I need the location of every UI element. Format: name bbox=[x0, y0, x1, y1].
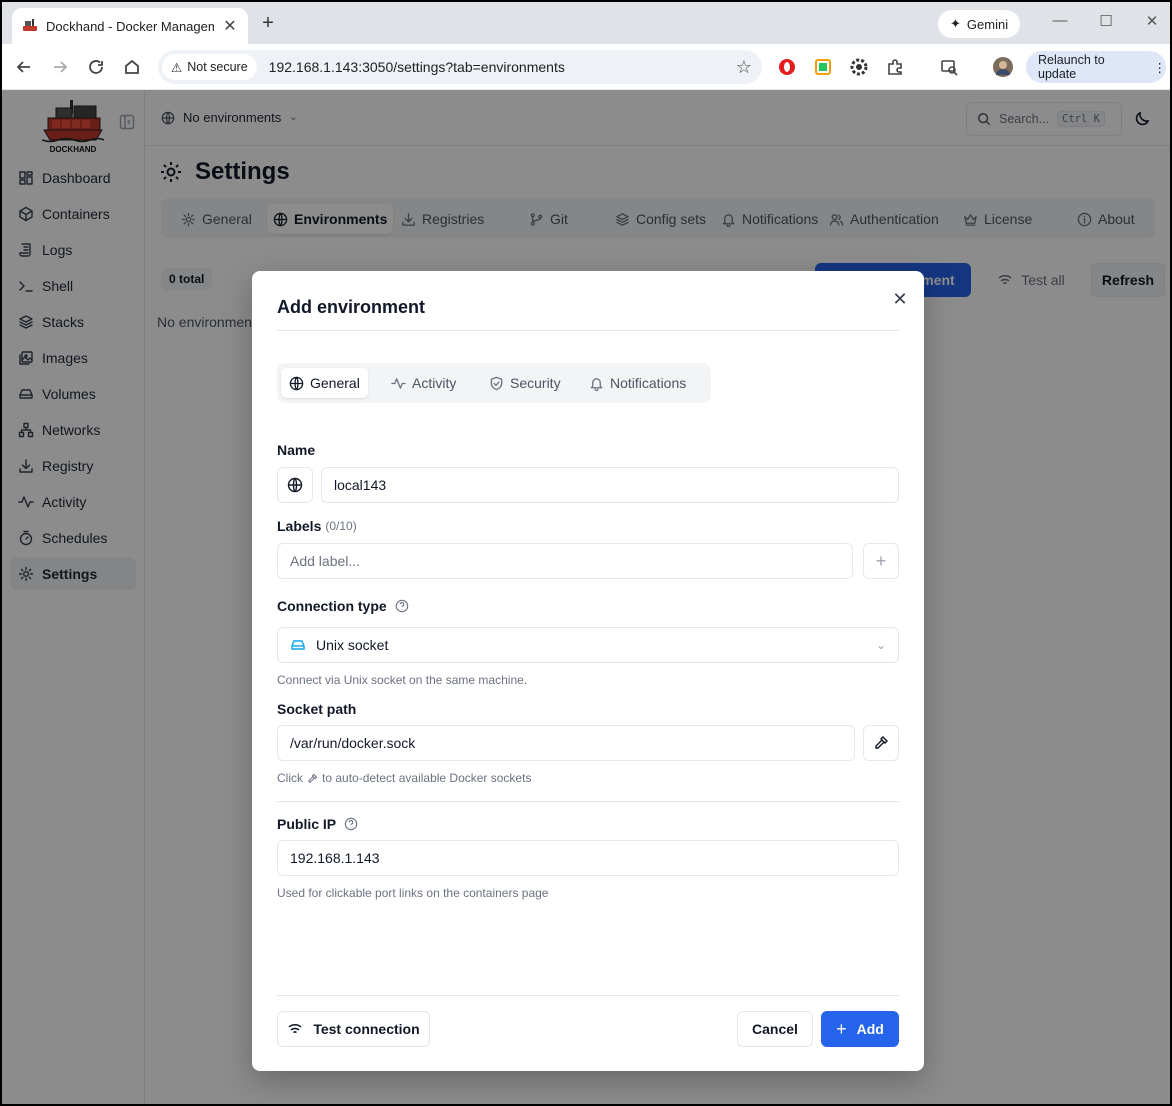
connection-type-label: Connection type bbox=[277, 598, 409, 614]
dockhand-favicon-icon bbox=[22, 18, 38, 34]
divider bbox=[277, 995, 899, 996]
browser-toolbar: ⚠ Not secure 192.168.1.143:3050/settings… bbox=[2, 44, 1170, 90]
dialog-tab-general[interactable]: General bbox=[281, 368, 368, 398]
socket-help-text: Click to auto-detect available Docker so… bbox=[277, 771, 532, 785]
gemini-icon: ✦ bbox=[950, 16, 961, 31]
detect-socket-button[interactable] bbox=[863, 725, 899, 761]
gemini-label: Gemini bbox=[966, 16, 1009, 32]
warning-icon: ⚠ bbox=[171, 60, 183, 75]
dialog-title: Add environment bbox=[277, 297, 426, 317]
labels-label: Labels (0/10) bbox=[277, 518, 357, 534]
add-label: Add bbox=[856, 1021, 884, 1037]
plus-icon: + bbox=[875, 550, 887, 571]
gemini-button[interactable]: ✦ Gemini bbox=[938, 10, 1021, 38]
connection-type-value: Unix socket bbox=[316, 637, 389, 653]
new-tab-button[interactable]: + bbox=[256, 12, 280, 36]
profile-avatar[interactable] bbox=[992, 56, 1014, 78]
not-secure-label: Not secure bbox=[187, 60, 248, 74]
pipette-icon bbox=[875, 736, 888, 749]
help-circle-icon bbox=[395, 599, 408, 613]
divider bbox=[277, 801, 899, 802]
test-connection-label: Test connection bbox=[313, 1021, 420, 1037]
url-text[interactable]: 192.168.1.143:3050/settings?tab=environm… bbox=[269, 59, 736, 75]
divider bbox=[277, 330, 899, 331]
hard-drive-icon bbox=[291, 640, 305, 650]
cancel-label: Cancel bbox=[752, 1021, 798, 1037]
dialog-tab-label: General bbox=[310, 375, 360, 391]
add-button[interactable]: + Add bbox=[821, 1011, 899, 1047]
dialog-tab-security[interactable]: Security bbox=[481, 368, 569, 398]
name-field[interactable]: local143 bbox=[321, 467, 899, 503]
minimize-icon[interactable]: — bbox=[1050, 12, 1070, 29]
globe-icon bbox=[289, 376, 304, 391]
not-secure-badge[interactable]: ⚠ Not secure bbox=[162, 54, 257, 80]
back-icon[interactable] bbox=[12, 55, 36, 79]
puzzle-extensions-icon[interactable] bbox=[884, 56, 906, 78]
public-ip-field[interactable]: 192.168.1.143 bbox=[277, 840, 899, 876]
pipette-icon bbox=[308, 773, 318, 782]
cancel-button[interactable]: Cancel bbox=[737, 1011, 813, 1047]
public-ip-label: Public IP bbox=[277, 816, 358, 832]
close-tab-icon[interactable]: ✕ bbox=[222, 16, 238, 36]
dialog-tab-activity[interactable]: Activity bbox=[383, 368, 464, 398]
browser-tab[interactable]: Dockhand - Docker Manageme ✕ bbox=[12, 8, 248, 44]
label-input[interactable]: Add label... bbox=[277, 543, 853, 579]
shield-icon bbox=[489, 376, 504, 391]
chevron-down-icon: ⌄ bbox=[875, 638, 886, 652]
color-extension-icon[interactable] bbox=[812, 56, 834, 78]
connection-type-select[interactable]: Unix socket ⌄ bbox=[277, 627, 899, 663]
opera-extension-icon[interactable] bbox=[776, 56, 798, 78]
close-icon[interactable]: ✕ bbox=[890, 289, 910, 309]
bookmark-star-icon[interactable]: ☆ bbox=[736, 57, 752, 78]
browser-tab-title: Dockhand - Docker Manageme bbox=[46, 18, 214, 34]
add-environment-dialog: Add environment ✕ General Activity Securit… bbox=[252, 271, 924, 1071]
activity-icon bbox=[391, 376, 406, 391]
globe-icon bbox=[287, 477, 303, 493]
dialog-tab-label: Notifications bbox=[610, 375, 687, 391]
dialog-tabs: General Activity Security Notifications bbox=[277, 363, 711, 403]
socket-path-field[interactable]: /var/run/docker.sock bbox=[277, 725, 855, 761]
socket-path-label: Socket path bbox=[277, 701, 357, 717]
settings-extension-icon[interactable] bbox=[848, 56, 870, 78]
add-label-button[interactable]: + bbox=[863, 543, 899, 579]
bell-icon bbox=[589, 376, 604, 391]
reload-icon[interactable] bbox=[84, 55, 108, 79]
browser-window: Dockhand - Docker Manageme ✕ + ✦ Gemini … bbox=[2, 2, 1170, 1104]
dialog-tab-notifications[interactable]: Notifications bbox=[581, 368, 694, 398]
forward-icon[interactable] bbox=[48, 55, 72, 79]
dialog-tab-label: Activity bbox=[412, 375, 457, 391]
environment-icon-picker[interactable] bbox=[277, 467, 313, 503]
dialog-tab-label: Security bbox=[510, 375, 561, 391]
tab-search-icon[interactable] bbox=[938, 56, 960, 78]
connection-help-text: Connect via Unix socket on the same mach… bbox=[277, 673, 528, 687]
test-connection-button[interactable]: Test connection bbox=[277, 1011, 430, 1047]
relaunch-label: Relaunch to update bbox=[1038, 53, 1105, 81]
more-menu-icon[interactable]: ⋮ bbox=[1154, 60, 1167, 75]
help-circle-icon bbox=[344, 817, 358, 831]
close-window-icon[interactable]: ✕ bbox=[1142, 12, 1162, 30]
browser-tabstrip: Dockhand - Docker Manageme ✕ + ✦ Gemini … bbox=[2, 2, 1170, 44]
name-label: Name bbox=[277, 442, 316, 458]
relaunch-button[interactable]: Relaunch to update ⋮ bbox=[1026, 51, 1166, 83]
labels-count: (0/10) bbox=[325, 519, 357, 533]
home-icon[interactable] bbox=[120, 55, 144, 79]
maximize-icon[interactable]: ☐ bbox=[1096, 12, 1116, 30]
wifi-icon bbox=[288, 1023, 302, 1034]
public-ip-help-text: Used for clickable port links on the con… bbox=[277, 886, 549, 900]
address-bar[interactable]: ⚠ Not secure 192.168.1.143:3050/settings… bbox=[158, 50, 762, 84]
plus-icon: + bbox=[836, 1018, 847, 1039]
